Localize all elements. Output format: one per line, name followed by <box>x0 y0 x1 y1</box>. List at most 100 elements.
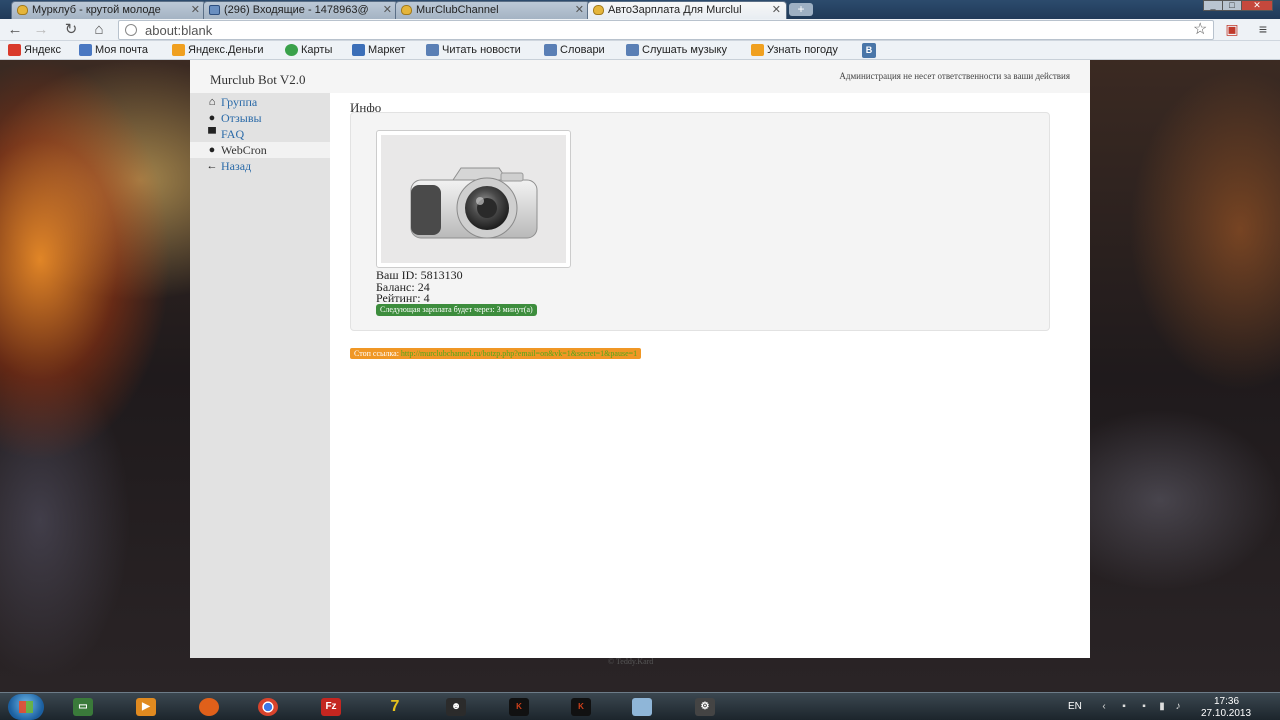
volume-icon[interactable]: ♪ <box>1172 702 1184 712</box>
chat-bubble-icon <box>593 5 604 15</box>
bookmark-mail[interactable]: Моя почта <box>79 43 148 58</box>
bookmark-label: Читать новости <box>442 44 521 56</box>
taskbar-kard-1[interactable]: K <box>498 695 540 719</box>
sidebar-item-label: Группа <box>221 95 258 109</box>
dictionary-icon <box>544 44 557 56</box>
kard-icon: K <box>509 698 529 716</box>
windows-flag-icon <box>19 701 33 713</box>
clock-time[interactable]: 17:36 <box>1214 696 1239 707</box>
bookmark-yandex[interactable]: Яндекс <box>8 43 61 58</box>
maximize-button[interactable]: □ <box>1222 0 1242 11</box>
wrench-menu-icon[interactable]: ≡ <box>1255 21 1271 37</box>
bookmark-label: Моя почта <box>95 44 149 56</box>
address-bar-url: about:blank <box>145 23 213 38</box>
filezilla-icon: Fz <box>321 698 341 716</box>
language-indicator[interactable]: EN <box>1068 701 1082 712</box>
map-icon <box>285 44 298 56</box>
forward-arrow-icon[interactable]: → <box>32 21 50 39</box>
bookmark-music[interactable]: Слушать музыку <box>626 43 727 58</box>
start-button[interactable] <box>8 694 44 720</box>
mail-icon <box>209 5 220 15</box>
network-icon[interactable]: ▪ <box>1118 702 1130 712</box>
chrome-icon <box>258 698 278 716</box>
taskbar-app-tools[interactable]: ⚙ <box>684 695 726 719</box>
bookmark-dictionaries[interactable]: Словари <box>544 43 605 58</box>
bookmark-star-icon[interactable]: ☆ <box>1193 19 1207 41</box>
window-close-button[interactable]: ✕ <box>1241 0 1273 11</box>
sidebar-item-faq[interactable]: ▀ FAQ <box>190 126 330 142</box>
tab-title: АвтоЗарплата Для Murclul <box>608 4 742 16</box>
taskbar-firefox[interactable] <box>188 695 230 719</box>
tools-icon: ⚙ <box>695 698 715 716</box>
notification-icon[interactable]: ▪ <box>1138 702 1150 712</box>
footer-copyright: © Teddy.Kard <box>608 657 654 666</box>
bookmark-yandex-money[interactable]: Яндекс.Деньги <box>172 43 264 58</box>
bookmark-label: Слушать музыку <box>642 44 727 56</box>
browser-tab[interactable]: (296) Входящие - 1478963@ ✕ <box>203 1 398 19</box>
taskbar-7zip[interactable]: 7 <box>374 695 416 719</box>
browser-toolbar: ← → ↻ ⌂ about:blank <box>0 19 1280 41</box>
sidebar-item-webcron[interactable]: ● WebCron <box>190 142 330 158</box>
clock-date[interactable]: 27.10.2013 <box>1201 708 1251 719</box>
taskbar-app-face[interactable]: ☻ <box>435 695 477 719</box>
arrow-left-icon: ← <box>206 160 218 172</box>
disclaimer-text: Администрация не несет ответственности з… <box>839 71 1070 81</box>
bookmark-label: Яндекс.Деньги <box>188 44 264 56</box>
market-icon <box>352 44 365 56</box>
bookmark-maps[interactable]: Карты <box>285 43 332 58</box>
sidebar-item-back[interactable]: ← Назад <box>190 158 330 174</box>
browser-tab-active[interactable]: АвтоЗарплата Для Murclul ✕ <box>587 1 787 19</box>
taskbar-filezilla[interactable]: Fz <box>310 695 352 719</box>
minimize-button[interactable]: _ <box>1203 0 1223 11</box>
extension-icon[interactable]: ▣ <box>1224 21 1240 37</box>
stop-link-badge: Стоп ссылка: http://murclubchannel.ru/bo… <box>350 348 642 359</box>
tray-expand-icon[interactable]: ‹ <box>1098 702 1110 712</box>
close-icon[interactable]: ✕ <box>191 2 200 18</box>
address-bar[interactable]: about:blank <box>118 20 1214 40</box>
tab-title: (296) Входящие - 1478963@ <box>224 4 369 16</box>
money-icon <box>172 44 185 56</box>
news-icon <box>426 44 439 56</box>
browser-tab-strip: Мурклуб - крутой молоде ✕ (296) Входящие… <box>0 0 1280 19</box>
user-rating: Рейтинг: 4 <box>376 291 430 305</box>
camera-icon <box>410 167 538 239</box>
close-icon[interactable]: ✕ <box>383 2 392 18</box>
bookmark-label: Яндекс <box>24 44 61 56</box>
taskbar-terminal[interactable]: ▭ <box>62 695 104 719</box>
sidebar-item-group[interactable]: ⌂ Группа <box>190 94 330 110</box>
tab-title: MurClubChannel <box>416 4 499 16</box>
sidebar-item-reviews[interactable]: ● Отзывы <box>190 110 330 126</box>
home-icon[interactable]: ⌂ <box>90 21 108 39</box>
bookmark-weather[interactable]: Узнать погоду <box>751 43 838 58</box>
browser-tab[interactable]: Мурклуб - крутой молоде ✕ <box>11 1 206 19</box>
bookmarks-bar: Яндекс Моя почта Яндекс.Деньги Карты Мар… <box>0 41 1280 60</box>
taskbar: ▭ ▶ Fz 7 ☻ K K ⚙ EN ‹ ▪ ▪ ▮ ♪ 17:36 27.1… <box>0 692 1280 720</box>
bookmark-news[interactable]: Читать новости <box>426 43 521 58</box>
tab-title: Мурклуб - крутой молоде <box>32 4 161 16</box>
reload-icon[interactable]: ↻ <box>62 21 80 39</box>
taskbar-notepad[interactable] <box>621 695 663 719</box>
sidebar-item-label: Назад <box>221 159 252 173</box>
back-arrow-icon[interactable]: ← <box>6 21 24 39</box>
taskbar-chrome[interactable] <box>247 695 289 719</box>
bookmark-label: Маркет <box>368 44 406 56</box>
stop-link[interactable]: http://murclubchannel.ru/botzp.php?email… <box>401 349 637 358</box>
close-icon[interactable]: ✕ <box>772 2 781 18</box>
bookmark-market[interactable]: Маркет <box>352 43 405 58</box>
close-icon[interactable]: ✕ <box>575 2 584 18</box>
face-icon: ☻ <box>446 698 466 716</box>
signal-icon[interactable]: ▮ <box>1156 702 1168 712</box>
mail-icon <box>79 44 92 56</box>
brand-title[interactable]: Murclub Bot V2.0 <box>210 72 305 88</box>
browser-tab[interactable]: MurClubChannel ✕ <box>395 1 590 19</box>
new-tab-button[interactable]: + <box>789 3 813 16</box>
next-salary-badge: Следующая зарплата будет через: 3 минут(… <box>376 304 537 316</box>
check-circle-icon: ● <box>208 144 216 156</box>
taskbar-kard-2[interactable]: K <box>560 695 602 719</box>
info-icon: ● <box>208 112 216 124</box>
chat-bubble-icon <box>401 5 412 15</box>
sidebar: ⌂ Группа ● Отзывы ▀ FAQ ● WebCron ← Наза… <box>190 93 330 658</box>
vk-icon[interactable]: В <box>862 43 876 58</box>
taskbar-media-player[interactable]: ▶ <box>125 695 167 719</box>
stop-link-label: Стоп ссылка: <box>354 349 399 358</box>
